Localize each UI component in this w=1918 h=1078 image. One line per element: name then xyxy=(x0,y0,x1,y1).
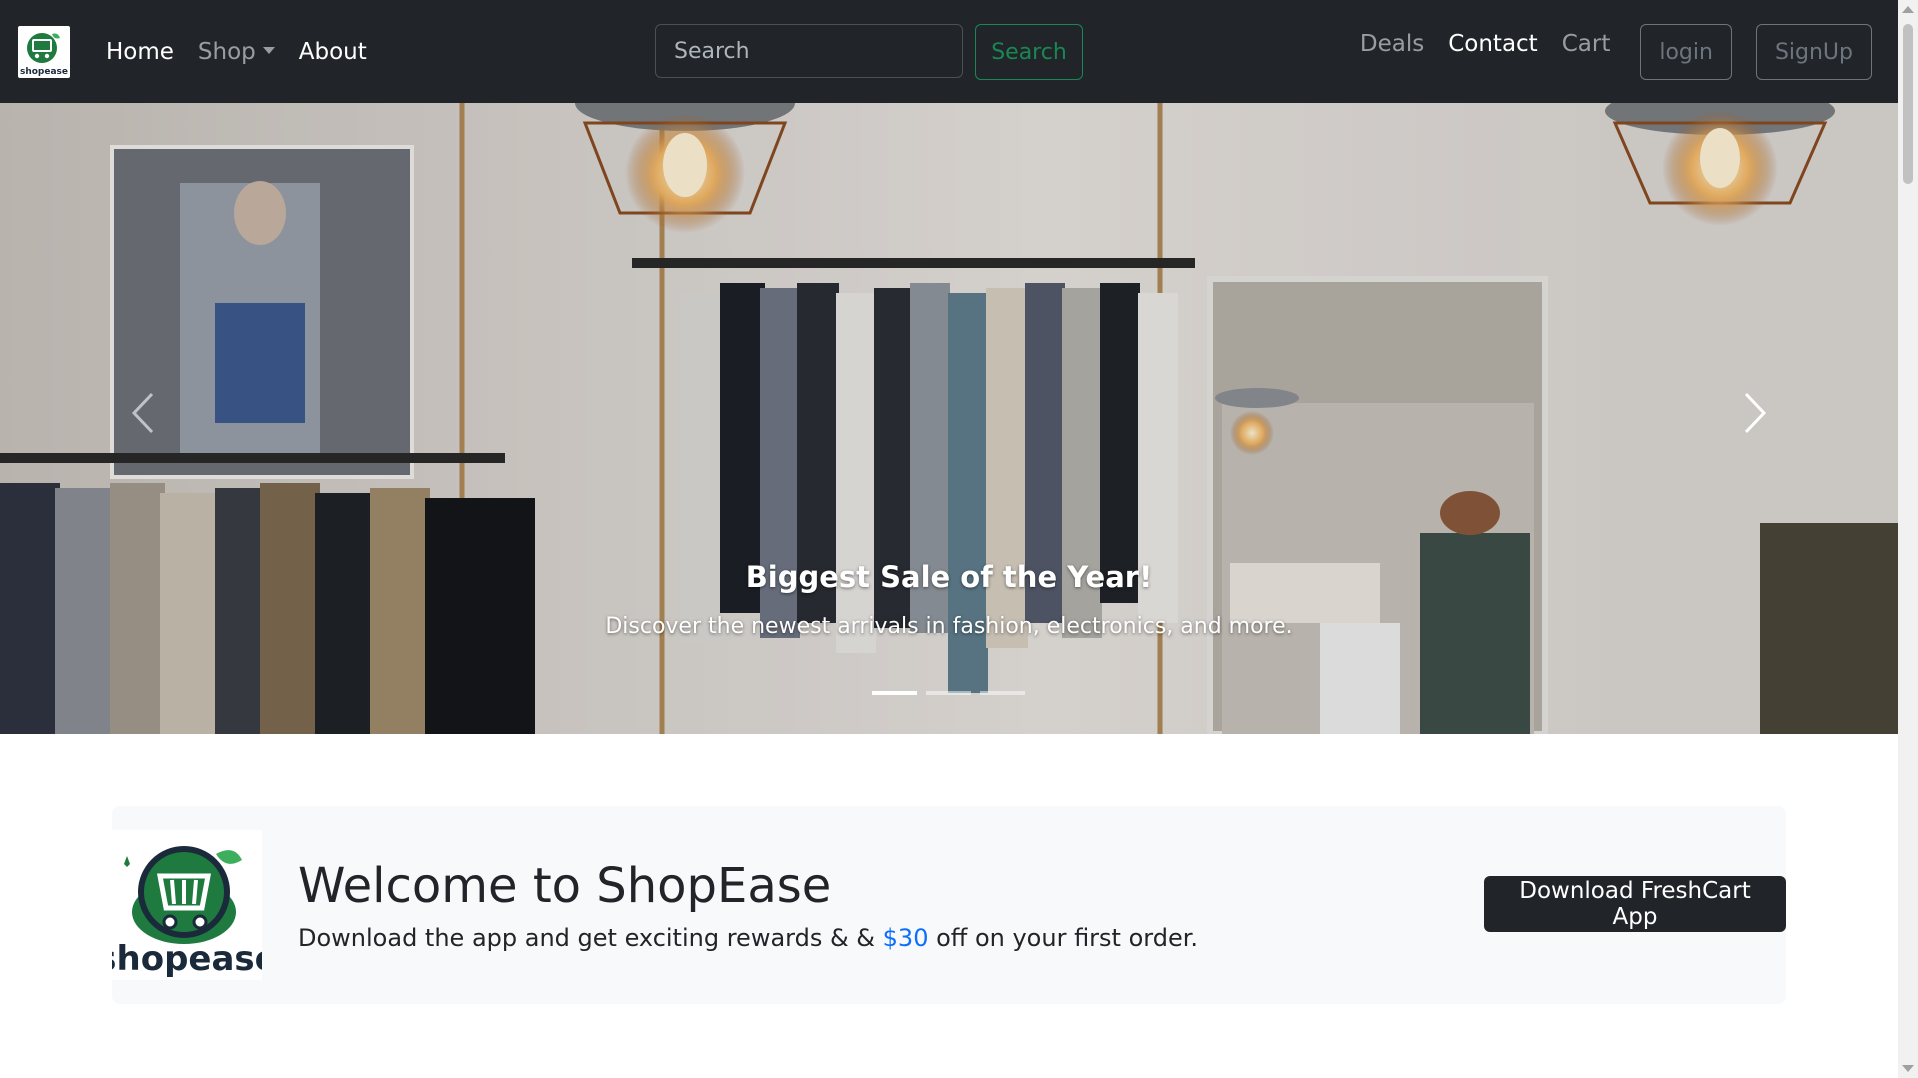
clothing-store-slide-image xyxy=(0,103,1898,734)
hero-carousel: Biggest Sale of the Year! Discover the n… xyxy=(0,103,1898,734)
nav-shop-label: Shop xyxy=(197,38,256,65)
carousel-prev-button[interactable] xyxy=(108,373,178,453)
svg-text:shopease: shopease xyxy=(112,939,262,979)
shopping-cart-logo-icon: shopease xyxy=(20,33,68,77)
nav-contact[interactable]: Contact xyxy=(1448,31,1537,57)
carousel-indicator-3[interactable] xyxy=(980,691,1025,695)
chevron-left-icon xyxy=(131,392,154,434)
carousel-indicator-1[interactable] xyxy=(872,691,917,695)
search-form: Search xyxy=(655,24,1083,80)
carousel-caption-text: Discover the newest arrivals in fashion,… xyxy=(605,614,1293,639)
reward-amount: $30 xyxy=(882,924,929,952)
carousel-caption: Biggest Sale of the Year! Discover the n… xyxy=(0,560,1898,639)
nav-about[interactable]: About xyxy=(299,39,367,65)
scroll-down-arrow-icon[interactable] xyxy=(1902,1065,1914,1072)
top-navbar: shopease Home Shop About Search Deals Co… xyxy=(0,0,1898,103)
nav-shop-dropdown[interactable]: Shop xyxy=(198,39,275,65)
download-app-button[interactable]: Download FreshCart App xyxy=(1484,876,1786,932)
nav-home[interactable]: Home xyxy=(106,39,174,65)
search-input[interactable] xyxy=(655,24,963,78)
carousel-next-button[interactable] xyxy=(1720,373,1790,453)
page-scrollbar[interactable] xyxy=(1898,0,1918,1078)
scroll-thumb[interactable] xyxy=(1903,24,1913,184)
secondary-nav: Deals Contact Cart login SignUp xyxy=(1360,0,1872,103)
carousel-indicators xyxy=(872,691,1025,695)
welcome-text: Download the app and get exciting reward… xyxy=(298,924,1198,952)
welcome-text-start: Download the app and get exciting reward… xyxy=(298,924,883,952)
nav-cart[interactable]: Cart xyxy=(1562,31,1611,57)
brand-logo[interactable]: shopease xyxy=(18,26,70,78)
nav-deals[interactable]: Deals xyxy=(1360,31,1424,57)
carousel-indicator-2[interactable] xyxy=(926,691,971,695)
welcome-banner: shopease Welcome to ShopEase Download th… xyxy=(96,806,1786,1004)
caret-down-icon xyxy=(262,46,275,54)
shopping-basket-logo-icon: shopease xyxy=(96,846,278,979)
shopease-logo: shopease xyxy=(96,830,278,980)
primary-nav: Home Shop About xyxy=(106,0,367,103)
svg-text:shopease: shopease xyxy=(20,67,68,77)
carousel-caption-title: Biggest Sale of the Year! xyxy=(745,560,1153,594)
welcome-text-end: off on your first order. xyxy=(928,924,1199,952)
login-button[interactable]: login xyxy=(1640,24,1732,80)
scroll-up-arrow-icon[interactable] xyxy=(1902,6,1914,13)
signup-button[interactable]: SignUp xyxy=(1755,24,1872,80)
welcome-title: Welcome to ShopEase xyxy=(298,858,832,914)
search-button[interactable]: Search xyxy=(975,24,1083,80)
chevron-right-icon xyxy=(1744,392,1767,434)
